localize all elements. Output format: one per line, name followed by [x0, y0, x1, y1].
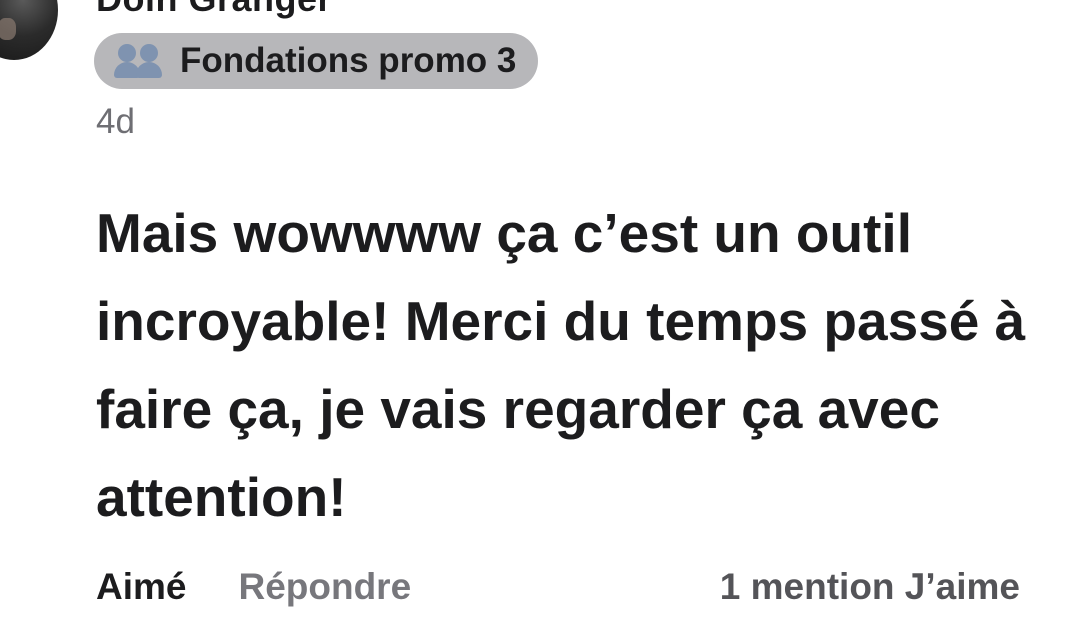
group-badge[interactable]: Fondations promo 3 — [94, 33, 539, 89]
comment: Doin Granger Fondations promo 3 4d Mais … — [0, 0, 1065, 639]
like-button[interactable]: Aimé — [96, 566, 186, 608]
author-name[interactable]: Doin Granger — [96, 0, 332, 20]
avatar[interactable] — [0, 0, 58, 60]
timestamp[interactable]: 4d — [96, 102, 135, 142]
comment-actions: Aimé Répondre 1 mention J’aime — [96, 563, 1020, 611]
group-icon — [114, 44, 162, 78]
comment-text: Mais wowwww ça c’est un outil incroyable… — [96, 202, 1026, 528]
likes-count[interactable]: 1 mention J’aime — [720, 566, 1020, 608]
group-label: Fondations promo 3 — [180, 41, 517, 80]
reply-button[interactable]: Répondre — [238, 566, 411, 608]
